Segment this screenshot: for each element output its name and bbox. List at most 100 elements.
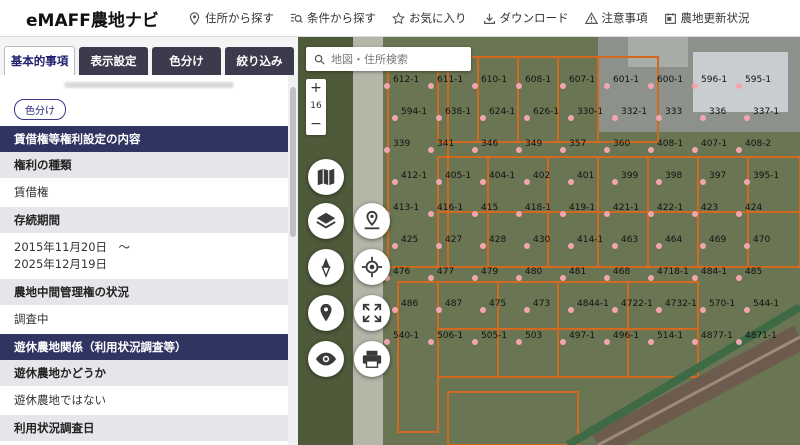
parcel-marker[interactable] <box>428 147 434 153</box>
parcel-marker[interactable] <box>428 211 434 217</box>
parcel-marker[interactable] <box>516 275 522 281</box>
parcel-marker[interactable] <box>560 339 566 345</box>
parcel-marker[interactable] <box>428 275 434 281</box>
visibility-button[interactable] <box>308 341 344 377</box>
parcel-marker[interactable] <box>428 339 434 345</box>
parcel-label[interactable]: 424 <box>745 203 762 213</box>
parcel-label[interactable]: 514-1 <box>657 331 683 341</box>
parcel-label[interactable]: 337-1 <box>753 107 779 117</box>
parcel-marker[interactable] <box>384 83 390 89</box>
parcel-marker[interactable] <box>480 307 486 313</box>
parcel-label[interactable]: 638-1 <box>445 107 471 117</box>
parcel-marker[interactable] <box>480 115 486 121</box>
zoom-in-button[interactable]: + <box>306 79 326 97</box>
parcel-label[interactable]: 503 <box>525 331 542 341</box>
parcel-marker[interactable] <box>736 339 742 345</box>
parcel-marker[interactable] <box>568 307 574 313</box>
parcel-label[interactable]: 423 <box>701 203 718 213</box>
parcel-label[interactable]: 4844-1 <box>577 299 609 309</box>
parcel-label[interactable]: 336 <box>709 107 726 117</box>
parcel-marker[interactable] <box>612 307 618 313</box>
parcel-label[interactable]: 341 <box>437 139 454 149</box>
parcel-marker[interactable] <box>568 243 574 249</box>
parcel-label[interactable]: 407-1 <box>701 139 727 149</box>
parcel-marker[interactable] <box>744 307 750 313</box>
parcel-marker[interactable] <box>524 307 530 313</box>
parcel-label[interactable]: 626-1 <box>533 107 559 117</box>
parcel-marker[interactable] <box>568 115 574 121</box>
satellite-map[interactable]: 612-1 611-1 610-1 608-1 607-1 601-1 600-1 596-1… <box>298 37 800 445</box>
parcel-label[interactable]: 418-1 <box>525 203 551 213</box>
parcel-marker[interactable] <box>604 275 610 281</box>
parcel-marker[interactable] <box>524 179 530 185</box>
parcel-marker[interactable] <box>648 211 654 217</box>
parcel-label[interactable]: 408-2 <box>745 139 771 149</box>
parcel-label[interactable]: 610-1 <box>481 75 507 85</box>
parcel-label[interactable]: 430 <box>533 235 550 245</box>
parcel-marker[interactable] <box>560 83 566 89</box>
parcel-marker[interactable] <box>604 83 610 89</box>
parcel-marker[interactable] <box>692 339 698 345</box>
fullscreen-button[interactable] <box>354 295 390 331</box>
tab-display-settings[interactable]: 表示設定 <box>79 47 148 75</box>
parcel-marker[interactable] <box>604 339 610 345</box>
tab-color-coding[interactable]: 色分け <box>152 47 221 75</box>
parcel-label[interactable]: 486 <box>401 299 418 309</box>
parcel-label[interactable]: 421-1 <box>613 203 639 213</box>
parcel-label[interactable]: 505-1 <box>481 331 507 341</box>
parcel-marker[interactable] <box>516 211 522 217</box>
parcel-marker[interactable] <box>700 307 706 313</box>
parcel-marker[interactable] <box>472 211 478 217</box>
parcel-label[interactable]: 469 <box>709 235 726 245</box>
parcel-label[interactable]: 427 <box>445 235 462 245</box>
parcel-marker[interactable] <box>472 83 478 89</box>
parcel-label[interactable]: 422-1 <box>657 203 683 213</box>
parcel-label[interactable]: 485 <box>745 267 762 277</box>
parcel-marker[interactable] <box>436 179 442 185</box>
parcel-marker[interactable] <box>700 115 706 121</box>
parcel-marker[interactable] <box>392 179 398 185</box>
app-logo[interactable]: eMAFF農地ナビ <box>26 6 176 31</box>
parcel-label[interactable]: 4871-1 <box>745 331 777 341</box>
nav-search-by-condition[interactable]: 条件から探す <box>290 10 376 26</box>
parcel-marker[interactable] <box>612 115 618 121</box>
parcel-label[interactable]: 608-1 <box>525 75 551 85</box>
parcel-label[interactable]: 496-1 <box>613 331 639 341</box>
parcel-marker[interactable] <box>436 115 442 121</box>
parcel-label[interactable]: 333 <box>665 107 682 117</box>
parcel-label[interactable]: 395-1 <box>753 171 779 181</box>
parcel-marker[interactable] <box>612 179 618 185</box>
parcel-label[interactable]: 544-1 <box>753 299 779 309</box>
parcel-label[interactable]: 497-1 <box>569 331 595 341</box>
parcel-marker[interactable] <box>648 83 654 89</box>
parcel-label[interactable]: 4722-1 <box>621 299 653 309</box>
parcel-marker[interactable] <box>692 211 698 217</box>
parcel-label[interactable]: 464 <box>665 235 682 245</box>
parcel-label[interactable]: 425 <box>401 235 418 245</box>
parcel-marker[interactable] <box>656 179 662 185</box>
current-location-button[interactable] <box>354 249 390 285</box>
parcel-marker[interactable] <box>612 243 618 249</box>
parcel-label[interactable]: 398 <box>665 171 682 181</box>
parcel-label[interactable]: 484-1 <box>701 267 727 277</box>
map-layer-base-button[interactable] <box>308 159 344 195</box>
parcel-marker[interactable] <box>392 115 398 121</box>
parcel-marker[interactable] <box>692 275 698 281</box>
parcel-label[interactable]: 475 <box>489 299 506 309</box>
parcel-label[interactable]: 399 <box>621 171 638 181</box>
zoom-out-button[interactable]: − <box>306 115 326 133</box>
parcel-marker[interactable] <box>384 339 390 345</box>
nav-search-by-address[interactable]: 住所から探す <box>188 10 274 26</box>
parcel-label[interactable]: 357 <box>569 139 586 149</box>
parcel-label[interactable]: 339 <box>393 139 410 149</box>
parcel-marker[interactable] <box>516 83 522 89</box>
parcel-marker[interactable] <box>480 179 486 185</box>
parcel-label[interactable]: 332-1 <box>621 107 647 117</box>
parcel-marker[interactable] <box>744 243 750 249</box>
pin-button[interactable] <box>308 295 344 331</box>
route-location-button[interactable] <box>354 203 390 239</box>
parcel-marker[interactable] <box>736 211 742 217</box>
parcel-label[interactable]: 594-1 <box>401 107 427 117</box>
parcel-label[interactable]: 4718-1 <box>657 267 689 277</box>
parcel-marker[interactable] <box>436 307 442 313</box>
